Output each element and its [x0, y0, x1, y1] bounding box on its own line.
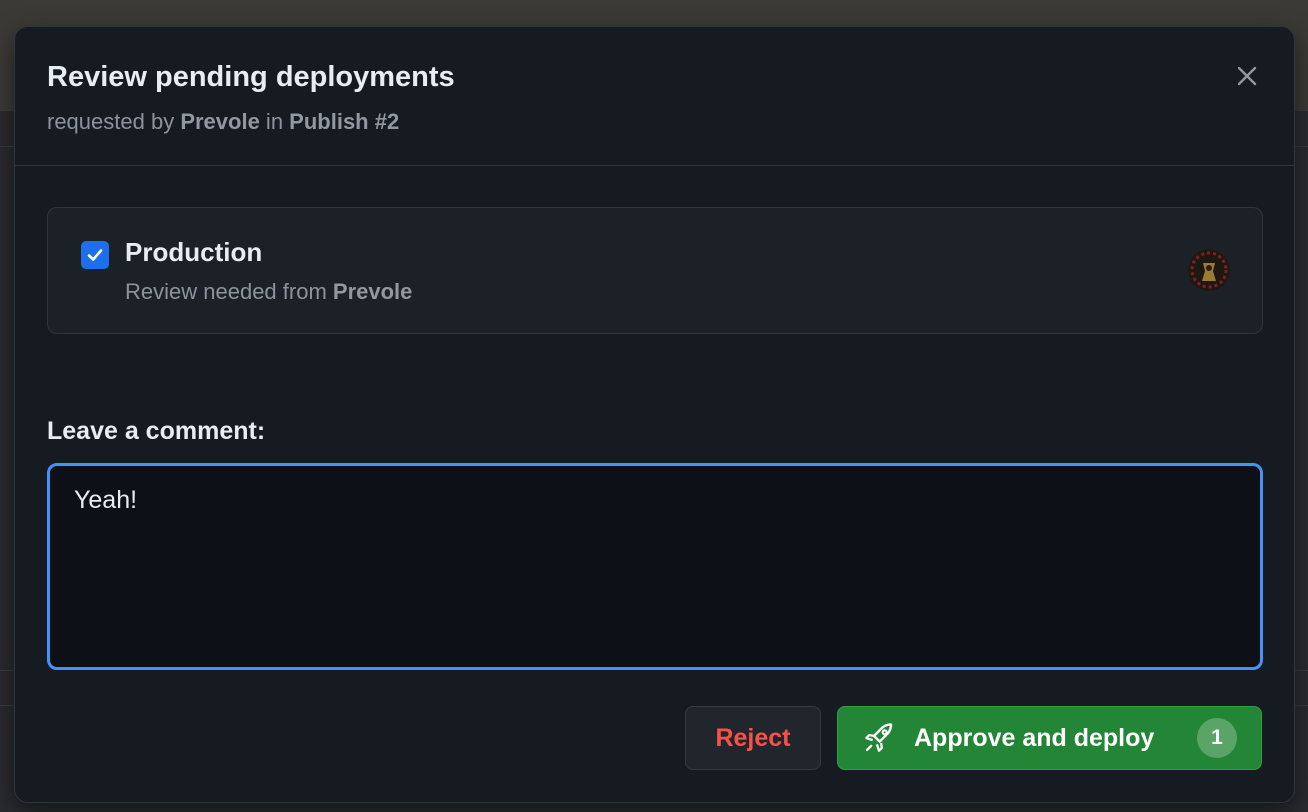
approve-button-label: Approve and deploy	[914, 723, 1155, 752]
dialog-header: Review pending deployments requested by …	[15, 27, 1294, 166]
dialog-title: Review pending deployments	[47, 61, 455, 93]
comment-textarea[interactable]: Yeah!	[47, 463, 1263, 670]
approve-and-deploy-button[interactable]: Approve and deploy 1	[837, 706, 1262, 770]
close-icon	[1237, 66, 1257, 86]
avatar-image	[1188, 249, 1230, 291]
reviewer-avatar	[1188, 249, 1230, 291]
dialog-body: Production Review needed from Prevole Le…	[47, 207, 1263, 670]
reviewer-name: Prevole	[332, 279, 413, 304]
dialog-footer: Reject Approve and deploy 1	[685, 706, 1262, 770]
subtitle-middle: in	[259, 109, 290, 134]
close-button[interactable]	[1230, 59, 1264, 93]
review-requirement: Review needed from Prevole	[125, 279, 412, 305]
environment-count-badge: 1	[1197, 718, 1237, 758]
review-prefix: Review needed from	[125, 279, 333, 304]
rocket-icon	[865, 723, 893, 752]
subtitle-prefix: requested by	[47, 109, 181, 134]
environment-checkbox[interactable]	[81, 241, 109, 269]
environment-name: Production	[125, 237, 263, 267]
reject-button[interactable]: Reject	[685, 706, 821, 770]
dialog-subtitle: requested by Prevole in Publish #2	[47, 109, 399, 135]
requester-name: Prevole	[180, 109, 260, 134]
checkmark-icon	[87, 249, 103, 261]
environment-card: Production Review needed from Prevole	[47, 207, 1263, 334]
review-deployments-dialog: Review pending deployments requested by …	[14, 26, 1295, 803]
workflow-run-link[interactable]: Publish #2	[289, 109, 399, 134]
comment-label: Leave a comment:	[47, 417, 266, 445]
